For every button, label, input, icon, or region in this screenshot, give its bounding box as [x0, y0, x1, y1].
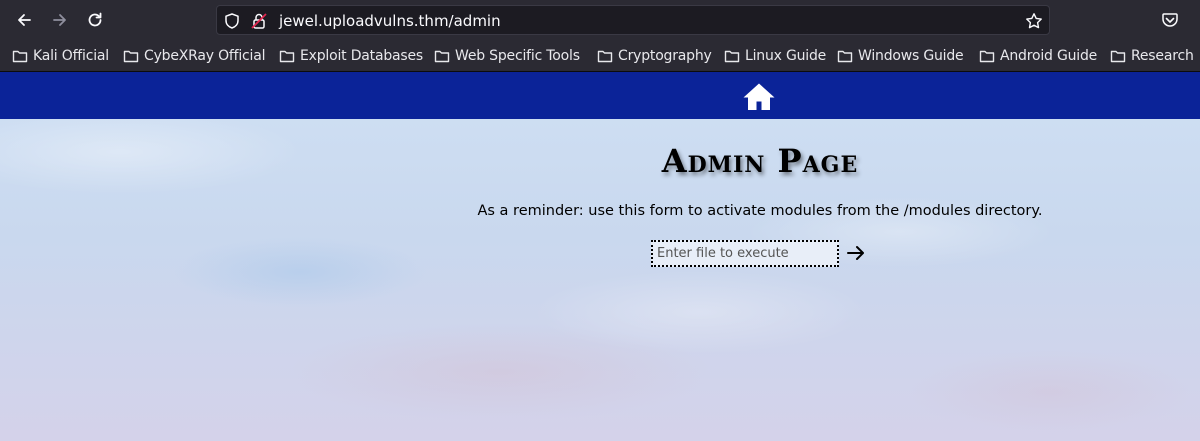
bookmark-label: Exploit Databases — [300, 48, 423, 64]
folder-icon — [12, 50, 28, 63]
bookmark-label: Kali Official — [33, 48, 109, 64]
bookmark-label: Android Guide — [1000, 48, 1098, 64]
folder-icon — [434, 50, 450, 63]
folder-icon — [597, 50, 613, 63]
back-arrow-icon — [18, 14, 31, 26]
bookmark-exploit-databases[interactable]: Exploit Databases — [279, 47, 423, 65]
forward-arrow-icon — [53, 14, 66, 26]
bookmark-label: Web Specific Tools — [455, 48, 580, 64]
home-link[interactable] — [742, 82, 776, 112]
execute-submit-button[interactable] — [845, 244, 867, 264]
back-button[interactable] — [12, 8, 36, 32]
folder-icon — [979, 50, 995, 63]
folder-icon — [279, 50, 295, 63]
pocket-icon — [1162, 13, 1178, 27]
page-content: Admin Page As a reminder: use this form … — [0, 72, 1200, 441]
bookmark-linux-guide[interactable]: Linux Guide — [724, 47, 826, 65]
bookmark-kali-official[interactable]: Kali Official — [12, 47, 109, 65]
shield-icon[interactable] — [223, 12, 241, 30]
bookmark-android-guide[interactable]: Android Guide — [979, 47, 1097, 65]
bookmarks-toolbar: Kali Official CybeXRay Official Exploit … — [0, 40, 1200, 72]
bookmark-label: Cryptography — [618, 48, 712, 64]
folder-icon — [123, 50, 139, 63]
url-bar[interactable]: jewel.uploadvulns.thm/admin — [216, 5, 1050, 35]
star-icon[interactable] — [1025, 12, 1043, 30]
bookmark-cryptography[interactable]: Cryptography — [597, 47, 712, 65]
site-navbar — [0, 72, 1200, 119]
folder-icon — [724, 50, 740, 63]
bookmark-label: CybeXRay Official — [144, 48, 266, 64]
url-text[interactable]: jewel.uploadvulns.thm/admin — [279, 12, 501, 30]
bookmark-cybexray-official[interactable]: CybeXRay Official — [123, 47, 266, 65]
forward-button[interactable] — [48, 8, 72, 32]
page-title: Admin Page — [661, 142, 859, 180]
bookmark-label: Windows Guide — [858, 48, 964, 64]
home-icon — [743, 83, 775, 110]
reminder-text: As a reminder: use this form to activate… — [477, 203, 1043, 219]
bookmark-label: Linux Guide — [745, 48, 827, 64]
reload-icon — [88, 12, 102, 27]
arrow-right-icon — [847, 246, 864, 260]
pocket-button[interactable] — [1158, 8, 1182, 32]
insecure-lock-icon[interactable] — [250, 12, 268, 30]
folder-icon — [837, 50, 853, 63]
reload-button[interactable] — [83, 8, 107, 32]
bookmark-windows-guide[interactable]: Windows Guide — [837, 47, 964, 65]
bookmark-label: Research — [1131, 48, 1194, 64]
bookmark-web-specific-tools[interactable]: Web Specific Tools — [434, 47, 580, 65]
folder-icon — [1110, 50, 1126, 63]
file-to-execute-input[interactable] — [651, 240, 839, 267]
bookmark-research[interactable]: Research — [1110, 47, 1194, 65]
browser-toolbar: jewel.uploadvulns.thm/admin — [0, 0, 1200, 40]
